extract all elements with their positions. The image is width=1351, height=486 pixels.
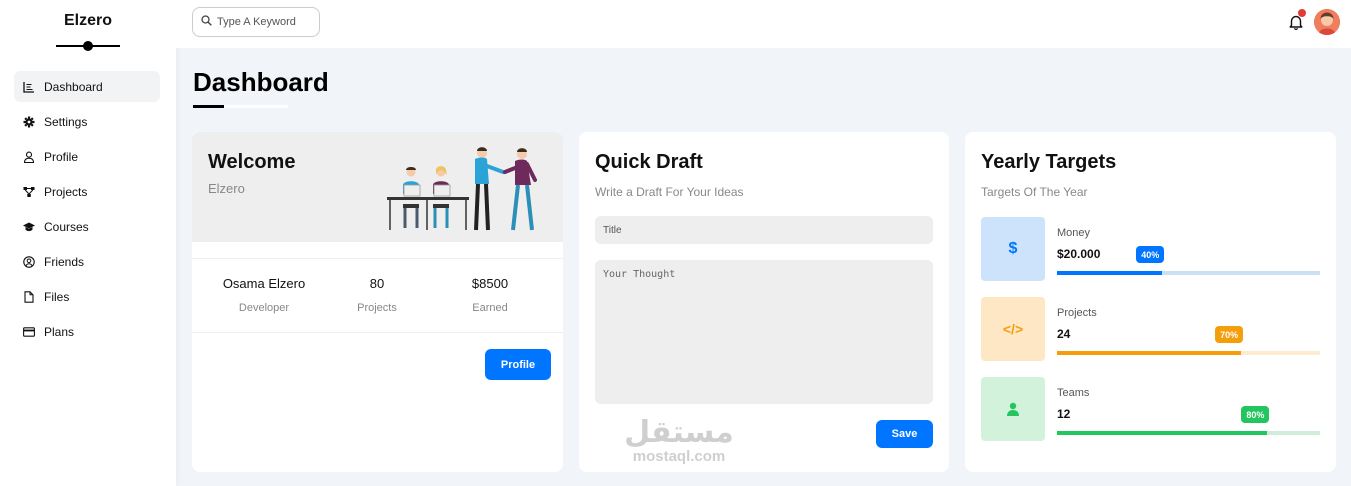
sidebar-nav: Dashboard Settings Profile Projects Cour… — [14, 71, 160, 351]
chart-icon — [23, 81, 35, 93]
stat-name: Osama Elzero Developer — [204, 276, 324, 314]
target-percent-badge: 80% — [1241, 406, 1270, 423]
watermark-url: mostaql.com — [632, 448, 726, 465]
target-projects: </> Projects 24 70% — [981, 297, 1320, 361]
profile-button[interactable]: Profile — [485, 349, 551, 380]
welcome-divider-top — [192, 258, 563, 259]
person-icon — [981, 377, 1045, 441]
target-progress-track — [1057, 351, 1320, 355]
sidebar-item-label: Projects — [44, 184, 88, 199]
stat-earned: $8500 Earned — [430, 276, 550, 314]
brand-title: Elzero — [63, 12, 112, 29]
stat-label: Projects — [357, 302, 397, 314]
sidebar: Elzero Dashboard Settings Profile Projec… — [0, 0, 176, 486]
welcome-card: Welcome Elzero Osama Elzero Developer 80… — [192, 132, 563, 472]
sidebar-item-projects[interactable]: Projects — [14, 176, 160, 207]
yearly-targets-card: Yearly Targets Targets Of The Year $ Mon… — [965, 132, 1336, 472]
user-circle-icon — [23, 255, 35, 268]
stat-value: 80 — [369, 276, 385, 291]
target-progress-fill — [1057, 351, 1242, 355]
target-percent-badge: 70% — [1215, 326, 1244, 343]
target-money: $ Money $20.000 40% — [981, 217, 1320, 281]
code-icon: </> — [981, 297, 1045, 361]
target-percent-badge: 40% — [1136, 246, 1165, 263]
file-icon — [23, 290, 35, 303]
target-value: 24 — [1057, 327, 1071, 341]
sidebar-item-label: Files — [44, 289, 70, 304]
target-progress-track — [1057, 431, 1320, 435]
sidebar-item-label: Friends — [44, 254, 85, 269]
search-input[interactable] — [217, 16, 313, 28]
sidebar-item-profile[interactable]: Profile — [14, 141, 160, 172]
sidebar-item-label: Plans — [44, 324, 75, 339]
user-icon — [23, 151, 35, 163]
welcome-subtitle: Elzero — [208, 181, 245, 196]
target-label: Projects — [1057, 307, 1097, 319]
sidebar-item-label: Profile — [44, 149, 79, 164]
page-title: Dashboard — [193, 67, 329, 97]
watermark: مستقل mostaql.com — [614, 418, 744, 468]
search-icon — [201, 13, 212, 31]
stat-value: $8500 — [471, 276, 509, 291]
diagram-icon — [23, 186, 35, 198]
target-progress-fill — [1057, 431, 1268, 435]
save-button[interactable]: Save — [876, 420, 933, 448]
sidebar-item-label: Courses — [44, 219, 89, 234]
dollar-icon: $ — [981, 217, 1045, 281]
draft-subtitle: Write a Draft For Your Ideas — [595, 185, 744, 199]
sidebar-item-settings[interactable]: Settings — [14, 106, 160, 137]
top-header — [176, 0, 1351, 48]
search-box[interactable] — [192, 7, 320, 37]
target-value: $20.000 — [1057, 247, 1101, 261]
stat-projects: 80 Projects — [317, 276, 437, 314]
stat-label: Developer — [238, 302, 290, 314]
stat-label: Earned — [472, 302, 508, 314]
draft-body-textarea[interactable] — [595, 260, 933, 404]
target-progress-fill — [1057, 271, 1163, 275]
sidebar-item-plans[interactable]: Plans — [14, 316, 160, 347]
target-progress-track — [1057, 271, 1320, 275]
gear-icon — [23, 116, 35, 128]
target-value: 12 — [1057, 407, 1071, 421]
target-label: Money — [1057, 227, 1091, 239]
sidebar-item-label: Settings — [44, 114, 88, 129]
sidebar-item-courses[interactable]: Courses — [14, 211, 160, 242]
brand-divider-dot — [83, 41, 93, 51]
sidebar-item-files[interactable]: Files — [14, 281, 160, 312]
targets-subtitle: Targets Of The Year — [981, 185, 1088, 199]
target-label: Teams — [1057, 387, 1090, 399]
target-teams: Teams 12 80% — [981, 377, 1320, 441]
sidebar-item-label: Dashboard — [44, 79, 103, 94]
welcome-divider-bottom — [192, 332, 563, 333]
draft-title: Quick Draft — [595, 151, 703, 173]
sidebar-item-friends[interactable]: Friends — [14, 246, 160, 277]
quick-draft-card: Quick Draft Write a Draft For Your Ideas… — [579, 132, 949, 472]
targets-title: Yearly Targets — [981, 151, 1117, 173]
credit-card-icon — [23, 326, 35, 338]
title-underline — [193, 105, 224, 108]
welcome-title: Welcome — [208, 151, 296, 173]
notification-badge — [1298, 9, 1306, 17]
graduation-cap-icon — [23, 221, 35, 233]
watermark-logo: مستقل — [624, 415, 734, 450]
stat-value: Osama Elzero — [222, 276, 306, 291]
draft-title-input[interactable] — [595, 216, 933, 244]
team-illustration — [387, 147, 537, 231]
sidebar-item-dashboard[interactable]: Dashboard — [14, 71, 160, 102]
avatar[interactable] — [1314, 9, 1340, 35]
